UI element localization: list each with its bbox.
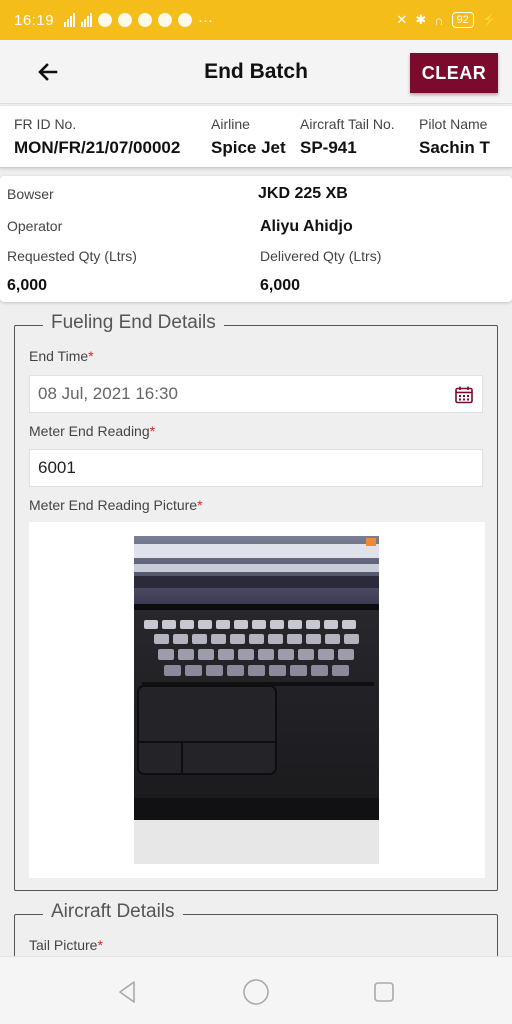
tail-no-column: Aircraft Tail No. SP-941 xyxy=(300,116,395,158)
back-button[interactable] xyxy=(30,54,66,90)
bowser-card: Bowser JKD 225 XB Operator Aliyu Ahidjo … xyxy=(0,176,512,302)
bowser-value: JKD 225 XB xyxy=(258,185,348,202)
charging-icon: ⚡ xyxy=(481,12,498,27)
signal-2-icon xyxy=(81,13,93,27)
end-time-field[interactable]: 08 Jul, 2021 16:30 xyxy=(29,375,483,413)
status-right-icons: ✕ ✱ ∩ 92 ⚡ xyxy=(396,12,498,28)
meter-end-reading-input[interactable]: 6001 xyxy=(29,449,483,487)
tail-picture-label: Tail Picture* xyxy=(29,937,103,953)
meter-reading-photo[interactable] xyxy=(134,536,379,864)
fr-info-bar: FR ID No. MON/FR/21/07/00002 Airline Spi… xyxy=(0,106,512,168)
required-mark: * xyxy=(97,937,103,953)
fr-id-column: FR ID No. MON/FR/21/07/00002 xyxy=(14,116,180,158)
end-time-label: End Time* xyxy=(29,348,94,364)
slack-icon xyxy=(158,13,173,27)
circle-home-icon xyxy=(243,979,269,1005)
system-nav-bar xyxy=(0,956,512,1024)
end-time-value: 08 Jul, 2021 16:30 xyxy=(38,384,178,403)
more-icon: ··· xyxy=(198,11,214,29)
news-icon xyxy=(138,13,153,27)
delivered-qty-label: Delivered Qty (Ltrs) xyxy=(260,248,382,264)
meter-end-reading-label: Meter End Reading* xyxy=(29,423,155,439)
meter-end-reading-value: 6001 xyxy=(38,458,76,477)
status-bar: 16:19 ··· ✕ ✱ ∩ 92 ⚡ xyxy=(0,0,512,40)
fr-id-label: FR ID No. xyxy=(14,116,77,132)
vibrate-icon: ✕ xyxy=(396,12,408,27)
fueling-end-legend: Fueling End Details xyxy=(43,312,224,334)
meter-end-picture-label: Meter End Reading Picture* xyxy=(29,497,203,513)
meter-picture-container[interactable] xyxy=(29,522,485,878)
fueling-end-section: Fueling End Details End Time* 08 Jul, 20… xyxy=(14,312,498,891)
laptop-photo-image xyxy=(134,536,379,864)
tail-no-label: Aircraft Tail No. xyxy=(300,116,395,132)
calendar-icon[interactable] xyxy=(454,385,474,405)
nav-home-button[interactable] xyxy=(241,977,271,1007)
bowser-label: Bowser xyxy=(7,186,54,202)
bluetooth-icon: ✱ xyxy=(415,12,427,27)
airline-label: Airline xyxy=(211,116,250,132)
pilot-label: Pilot Name xyxy=(419,116,488,132)
battery-icon: 92 xyxy=(451,12,474,28)
status-time: 16:19 xyxy=(14,11,55,29)
operator-value: Aliyu Ahidjo xyxy=(260,218,353,235)
operator-label: Operator xyxy=(7,218,63,234)
signal-icon xyxy=(64,13,76,27)
pilot-column: Pilot Name Sachin T xyxy=(419,116,490,158)
discord-icon xyxy=(98,13,113,27)
headphones-icon: ∩ xyxy=(434,12,444,28)
airline-value: Spice Jet xyxy=(211,138,286,157)
clear-button[interactable]: CLEAR xyxy=(410,53,498,93)
fr-id-value: MON/FR/21/07/00002 xyxy=(14,138,181,157)
required-mark: * xyxy=(88,348,94,364)
app-icon xyxy=(178,13,193,27)
meter-end-picture-label-text: Meter End Reading Picture xyxy=(29,497,198,513)
app-bar: End Batch CLEAR xyxy=(0,40,512,104)
triangle-back-icon xyxy=(119,981,135,1003)
requested-qty-label: Requested Qty (Ltrs) xyxy=(7,248,137,264)
required-mark: * xyxy=(149,423,156,439)
required-mark: * xyxy=(197,497,203,513)
nav-back-button[interactable] xyxy=(112,977,142,1007)
meter-end-reading-label-text: Meter End Reading xyxy=(29,423,150,439)
end-time-label-text: End Time xyxy=(29,348,89,364)
tail-picture-label-text: Tail Picture xyxy=(29,937,98,953)
aircraft-details-legend: Aircraft Details xyxy=(43,901,183,923)
nav-recents-button[interactable] xyxy=(369,977,399,1007)
airline-column: Airline Spice Jet xyxy=(211,116,286,158)
square-recents-icon xyxy=(374,982,394,1002)
pilot-value: Sachin T xyxy=(419,138,490,157)
arrow-left-icon xyxy=(38,63,58,81)
requested-qty-value: 6,000 xyxy=(7,277,48,294)
telegram-icon xyxy=(118,13,133,27)
tail-no-value: SP-941 xyxy=(300,138,357,157)
delivered-qty-value: 6,000 xyxy=(260,277,301,294)
status-left-icons: ··· xyxy=(64,12,213,29)
